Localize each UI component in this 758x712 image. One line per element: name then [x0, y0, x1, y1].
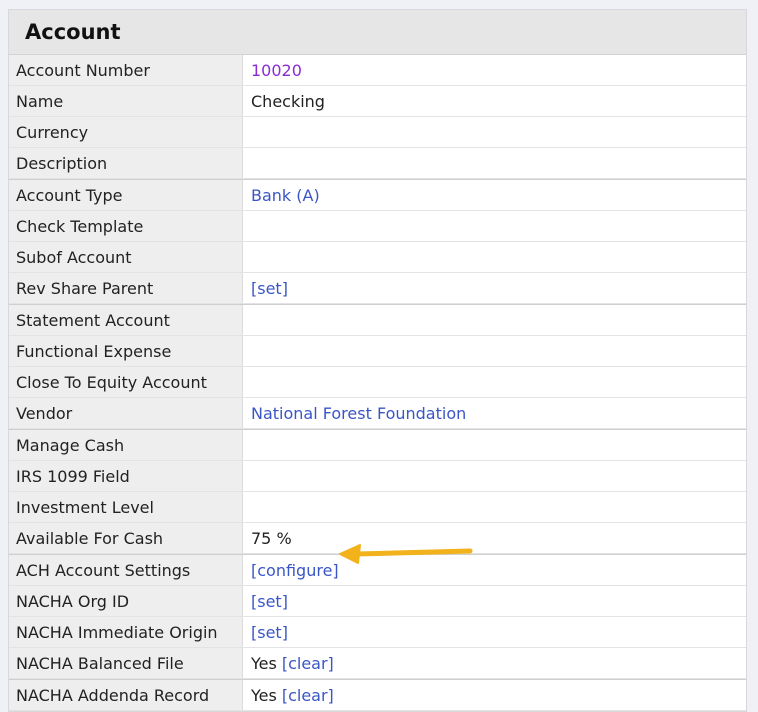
row-account-number: Account Number 10020: [9, 55, 746, 86]
row-nacha-immediate-origin: NACHA Immediate Origin [set]: [9, 617, 746, 648]
row-currency: Currency: [9, 117, 746, 148]
row-available-for-cash: Available For Cash 75 %: [9, 523, 746, 554]
label-vendor: Vendor: [9, 398, 242, 428]
label-manage-cash: Manage Cash: [9, 430, 242, 460]
row-ach-settings: ACH Account Settings [configure]: [9, 554, 746, 586]
ach-configure-link[interactable]: [configure]: [251, 561, 339, 580]
label-account-number: Account Number: [9, 55, 242, 85]
label-nacha-balanced-file: NACHA Balanced File: [9, 648, 242, 678]
row-name: Name Checking: [9, 86, 746, 117]
label-account-type: Account Type: [9, 180, 242, 210]
row-nacha-addenda-record: NACHA Addenda Record Yes [clear]: [9, 679, 746, 711]
nacha-immediate-origin-set-link[interactable]: [set]: [251, 623, 288, 642]
name-value: Checking: [251, 91, 325, 111]
row-close-to-equity: Close To Equity Account: [9, 367, 746, 398]
row-subof-account: Subof Account: [9, 242, 746, 273]
rev-share-parent-set-link[interactable]: [set]: [251, 279, 288, 298]
label-nacha-org-id: NACHA Org ID: [9, 586, 242, 616]
row-description: Description: [9, 148, 746, 179]
label-name: Name: [9, 86, 242, 116]
nacha-org-id-set-link[interactable]: [set]: [251, 592, 288, 611]
vendor-link[interactable]: National Forest Foundation: [251, 404, 466, 423]
label-investment-level: Investment Level: [9, 492, 242, 522]
row-investment-level: Investment Level: [9, 492, 746, 523]
label-nacha-immediate-origin: NACHA Immediate Origin: [9, 617, 242, 647]
available-for-cash-value: 75 %: [251, 528, 292, 548]
row-irs-1099: IRS 1099 Field: [9, 461, 746, 492]
row-manage-cash: Manage Cash: [9, 429, 746, 461]
label-check-template: Check Template: [9, 211, 242, 241]
account-panel: Account Account Number 10020 Name Checki…: [8, 9, 747, 712]
label-currency: Currency: [9, 117, 242, 147]
row-account-type: Account Type Bank (A): [9, 179, 746, 211]
panel-title: Account: [9, 10, 746, 55]
label-functional-expense: Functional Expense: [9, 336, 242, 366]
nacha-addenda-record-value: Yes: [251, 685, 277, 705]
row-statement-account: Statement Account: [9, 304, 746, 336]
label-statement-account: Statement Account: [9, 305, 242, 335]
account-type-link[interactable]: Bank (A): [251, 186, 320, 205]
nacha-balanced-file-clear-link[interactable]: [clear]: [282, 654, 334, 673]
nacha-addenda-record-clear-link[interactable]: [clear]: [282, 686, 334, 705]
label-subof-account: Subof Account: [9, 242, 242, 272]
label-irs-1099: IRS 1099 Field: [9, 461, 242, 491]
row-vendor: Vendor National Forest Foundation: [9, 398, 746, 429]
row-nacha-balanced-file: NACHA Balanced File Yes [clear]: [9, 648, 746, 679]
nacha-balanced-file-value: Yes: [251, 653, 277, 673]
row-check-template: Check Template: [9, 211, 746, 242]
label-description: Description: [9, 148, 242, 178]
label-rev-share-parent: Rev Share Parent: [9, 273, 242, 303]
label-nacha-addenda-record: NACHA Addenda Record: [9, 680, 242, 710]
label-ach-settings: ACH Account Settings: [9, 555, 242, 585]
row-rev-share-parent: Rev Share Parent [set]: [9, 273, 746, 304]
label-available-for-cash: Available For Cash: [9, 523, 242, 553]
label-close-to-equity: Close To Equity Account: [9, 367, 242, 397]
row-functional-expense: Functional Expense: [9, 336, 746, 367]
account-number-link[interactable]: 10020: [251, 61, 302, 80]
row-nacha-org-id: NACHA Org ID [set]: [9, 586, 746, 617]
